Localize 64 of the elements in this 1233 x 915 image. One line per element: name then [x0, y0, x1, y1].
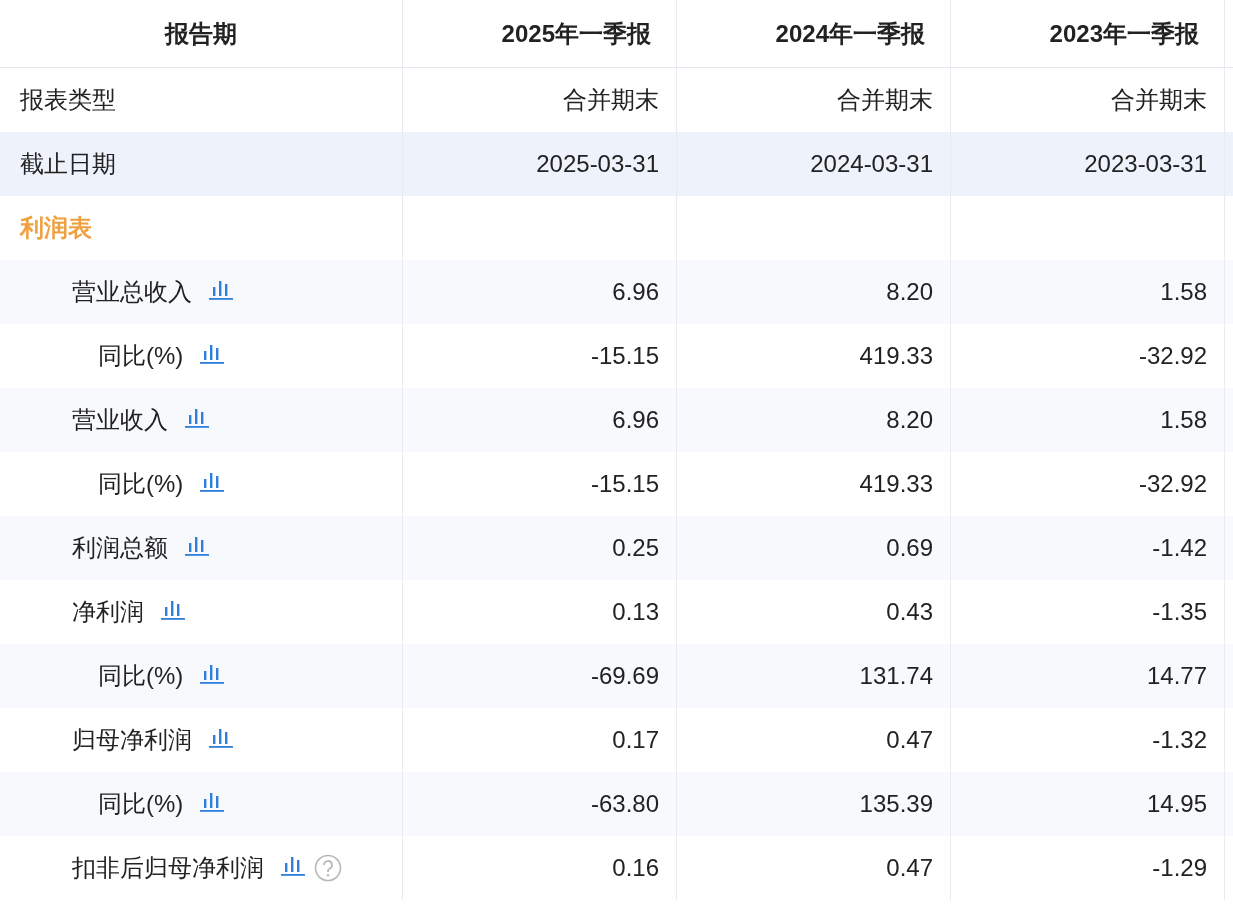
section-title: 利润表: [20, 213, 92, 243]
bar-chart-icon[interactable]: [199, 662, 226, 684]
table-cell: 0.43: [886, 598, 933, 626]
column-header: 报告期: [0, 0, 403, 67]
table-cell: 135.39: [859, 790, 933, 818]
row-label: 扣非后归母净利润: [72, 853, 264, 883]
help-icon[interactable]: [314, 854, 342, 882]
table-cell: -69.69: [590, 662, 659, 690]
bar-chart-icon[interactable]: [208, 278, 234, 300]
row-label: 截止日期: [20, 149, 116, 179]
table-cell: 0.47: [886, 726, 933, 754]
row-label: 同比(%): [98, 469, 184, 499]
table-cell: 6.96: [612, 278, 659, 306]
column-header: 2024年一季报: [677, 0, 951, 67]
table-cell: 6.96: [612, 406, 659, 434]
row-label: 归母净利润: [72, 725, 192, 755]
row-label: 利润总额: [72, 533, 168, 563]
table-cell: -1.32: [1152, 726, 1207, 754]
table-cell: -32.92: [1138, 342, 1207, 370]
bar-chart-icon[interactable]: [184, 406, 210, 428]
table-cell: 0.25: [612, 534, 659, 562]
table-cell: 2024-03-31: [810, 150, 933, 178]
table-cell-text: 合并期末: [837, 85, 933, 115]
table-cell: 0.13: [612, 598, 659, 626]
table-cell-text: 合并期末: [563, 85, 659, 115]
table-cell: 8.20: [886, 406, 933, 434]
table-cell: 2023-03-31: [1084, 150, 1207, 178]
bar-chart-icon[interactable]: [208, 726, 234, 748]
table-cell: -32.92: [1138, 470, 1207, 498]
table-cell: 1.58: [1160, 278, 1207, 306]
bar-chart-icon[interactable]: [160, 598, 186, 620]
table-cell: 14.95: [1146, 790, 1207, 818]
table-cell: 0.69: [886, 534, 933, 562]
table-cell: -63.80: [590, 790, 659, 818]
column-header: 2023年一季报: [951, 0, 1225, 67]
row-label: 净利润: [72, 597, 144, 627]
table-cell: 2025-03-31: [536, 150, 659, 178]
table-cell-text: 合并期末: [1111, 85, 1207, 115]
bar-chart-icon[interactable]: [184, 534, 210, 556]
table-cell: 14.77: [1146, 662, 1207, 690]
table-cell: -15.15: [590, 470, 659, 498]
table-cell: -1.29: [1152, 854, 1207, 882]
bar-chart-icon[interactable]: [199, 342, 226, 364]
table-cell: 0.17: [612, 726, 659, 754]
row-label: 同比(%): [98, 789, 184, 819]
row-label: 同比(%): [98, 661, 184, 691]
table-cell: -15.15: [590, 342, 659, 370]
table-cell: 0.16: [612, 854, 659, 882]
bar-chart-icon[interactable]: [199, 470, 226, 492]
table-cell: 419.33: [859, 470, 933, 498]
table-cell: 131.74: [859, 662, 933, 690]
table-cell: -1.42: [1152, 534, 1207, 562]
row-label: 营业收入: [72, 405, 168, 435]
bar-chart-icon[interactable]: [199, 790, 226, 812]
bar-chart-icon[interactable]: [280, 854, 306, 876]
table-cell: -1.35: [1152, 598, 1207, 626]
table-cell: 419.33: [859, 342, 933, 370]
row-label: 同比(%): [98, 341, 184, 371]
table-cell: 0.47: [886, 854, 933, 882]
column-header: 2025年一季报: [403, 0, 677, 67]
row-label: 报表类型: [20, 85, 116, 115]
row-label: 营业总收入: [72, 277, 192, 307]
table-cell: 8.20: [886, 278, 933, 306]
table-cell: 1.58: [1160, 406, 1207, 434]
